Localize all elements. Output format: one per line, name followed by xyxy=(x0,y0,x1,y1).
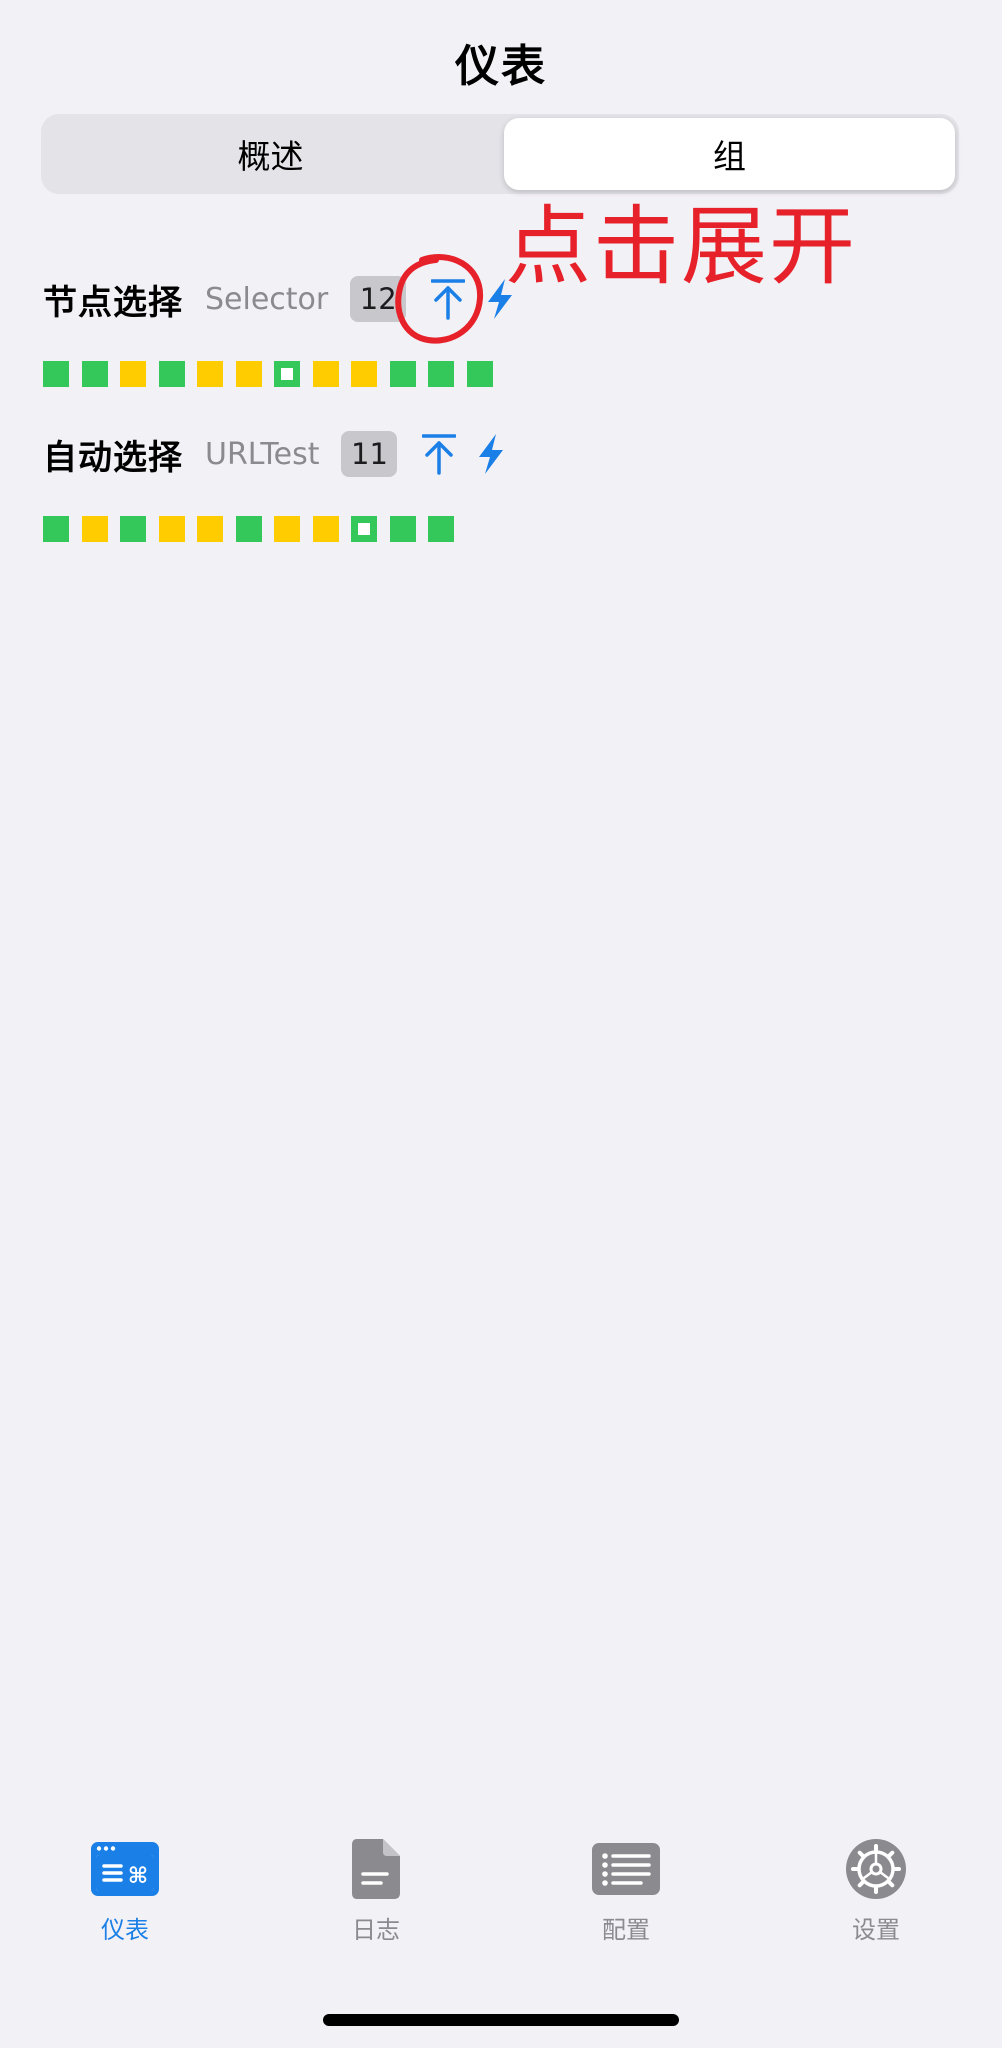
proxy-status-green[interactable] xyxy=(389,516,416,542)
group-header: 自动选择 URLTest 11 xyxy=(43,424,943,484)
proxy-status-selected[interactable] xyxy=(274,361,300,387)
proxy-status-green[interactable] xyxy=(235,516,262,542)
annotation-text: 点击展开 xyxy=(505,197,857,297)
proxy-status-green[interactable] xyxy=(43,516,69,542)
list-icon xyxy=(590,1838,662,1900)
tab-config[interactable]: 配置 xyxy=(566,1838,686,1945)
proxy-status-green[interactable] xyxy=(428,361,454,387)
proxy-status-yellow[interactable] xyxy=(197,516,223,542)
tab-label: 配置 xyxy=(602,1916,650,1944)
proxy-status-yellow[interactable] xyxy=(81,516,108,542)
proxy-status-yellow[interactable] xyxy=(312,361,339,387)
group-card: 自动选择 URLTest 11 xyxy=(43,424,943,542)
proxy-status-yellow[interactable] xyxy=(235,361,262,387)
tab-dashboard[interactable]: ⌘ 仪表 xyxy=(65,1838,185,1945)
gear-icon xyxy=(840,1838,912,1900)
proxy-status-green[interactable] xyxy=(428,516,454,542)
page-title: 仪表 xyxy=(455,41,547,92)
status-row xyxy=(43,361,943,387)
proxy-status-green[interactable] xyxy=(158,361,185,387)
dashboard-icon: ⌘ xyxy=(89,1838,161,1900)
group-type: Selector xyxy=(205,281,329,317)
count-badge: 11 xyxy=(341,431,398,477)
tab-settings[interactable]: 设置 xyxy=(816,1838,936,1945)
proxy-status-green[interactable] xyxy=(120,516,146,542)
home-indicator xyxy=(323,2014,679,2026)
proxy-status-yellow[interactable] xyxy=(158,516,185,542)
proxy-status-yellow[interactable] xyxy=(274,516,300,542)
proxy-status-yellow[interactable] xyxy=(197,361,223,387)
segmented-control: 概述 组 xyxy=(41,114,959,194)
svg-text:⌘: ⌘ xyxy=(128,1864,148,1889)
segment-overview[interactable]: 概述 xyxy=(45,118,496,190)
status-row xyxy=(43,516,943,542)
document-icon xyxy=(340,1838,412,1900)
tab-bar: ⌘ 仪表 日志 配置 设置 xyxy=(0,1838,1002,1958)
proxy-status-green[interactable] xyxy=(389,361,416,387)
expand-arrow-icon[interactable] xyxy=(417,426,461,482)
proxy-status-green[interactable] xyxy=(43,361,69,387)
group-name: 自动选择 xyxy=(43,437,183,478)
group-name: 节点选择 xyxy=(43,282,183,323)
group-type: URLTest xyxy=(205,436,320,472)
proxy-status-yellow[interactable] xyxy=(120,361,146,387)
tab-label: 日志 xyxy=(352,1916,400,1944)
proxy-status-green[interactable] xyxy=(81,361,108,387)
bolt-icon[interactable] xyxy=(473,426,509,482)
tab-label: 设置 xyxy=(852,1916,900,1944)
proxy-status-yellow[interactable] xyxy=(312,516,339,542)
segment-groups[interactable]: 组 xyxy=(504,118,955,190)
tab-label: 仪表 xyxy=(101,1916,149,1944)
count-badge: 12 xyxy=(350,276,407,322)
tab-logs[interactable]: 日志 xyxy=(316,1838,436,1945)
proxy-status-green[interactable] xyxy=(466,361,493,387)
expand-arrow-icon[interactable] xyxy=(426,271,470,327)
proxy-status-selected[interactable] xyxy=(351,516,377,542)
proxy-status-yellow[interactable] xyxy=(351,361,377,387)
